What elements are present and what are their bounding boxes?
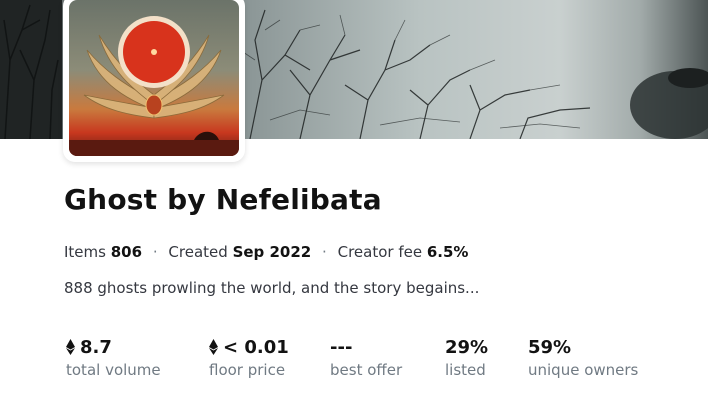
- separator-dot: ·: [152, 243, 158, 261]
- ethereum-icon: [66, 339, 75, 355]
- stat-label: total volume: [66, 361, 161, 379]
- stat-label: floor price: [209, 361, 286, 379]
- stat-label: listed: [445, 361, 486, 379]
- collection-description: 888 ghosts prowling the world, and the s…: [64, 279, 480, 297]
- stat-value: 59%: [528, 336, 572, 358]
- stat-best-offer[interactable]: --- best offer: [330, 336, 403, 380]
- creator-fee-label: Creator fee: [337, 243, 423, 261]
- stat-label: best offer: [330, 361, 403, 379]
- created-date: Sep 2022: [232, 243, 312, 261]
- creator-fee-value: 6.5%: [426, 243, 469, 261]
- created-label: Created: [168, 243, 228, 261]
- stat-unique-owners[interactable]: 59% unique owners: [528, 336, 639, 380]
- items-label: Items: [64, 243, 106, 261]
- stat-value: < 0.01: [223, 336, 289, 358]
- ethereum-icon: [209, 339, 218, 355]
- separator-dot: ·: [322, 243, 327, 261]
- stat-value: ---: [330, 336, 353, 358]
- stat-value: 8.7: [80, 336, 112, 358]
- stat-value: 29%: [445, 336, 489, 358]
- stat-total-volume[interactable]: 8.7 total volume: [66, 336, 161, 379]
- stat-floor-price[interactable]: < 0.01 floor price: [209, 336, 289, 379]
- items-count: 806: [110, 243, 143, 261]
- avatar-artwork: [69, 0, 239, 156]
- collection-avatar[interactable]: [63, 0, 245, 162]
- collection-meta: Items 806 · Created Sep 2022 · Creator f…: [64, 243, 468, 261]
- stat-listed[interactable]: 29% listed: [445, 336, 489, 380]
- collection-title: Ghost by Nefelibata: [64, 183, 382, 216]
- stat-label: unique owners: [528, 361, 639, 379]
